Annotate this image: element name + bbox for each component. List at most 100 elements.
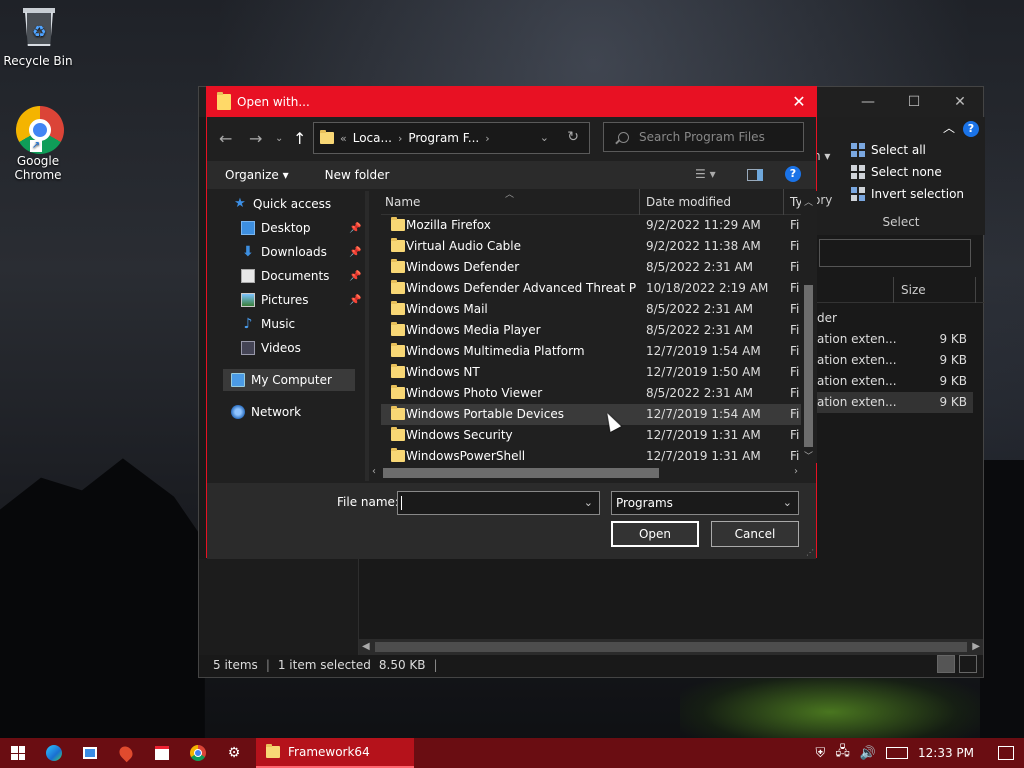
help-icon[interactable]: ?: [785, 166, 801, 182]
table-row[interactable]: Windows NT 12/7/2019 1:50 AM Fi: [381, 362, 801, 383]
table-row[interactable]: Windows Media Player 8/5/2022 2:31 AM Fi: [381, 320, 801, 341]
network-status-icon[interactable]: 🖧: [835, 742, 850, 764]
taskbar-calendar[interactable]: [144, 738, 180, 768]
select-all-button[interactable]: Select all: [817, 139, 985, 161]
preview-pane-icon[interactable]: [747, 169, 763, 181]
taskbar: ⚙ Framework64 ⛨ 🖧 🔊 12:33 PM: [0, 738, 1024, 768]
file-list-horizontal-scrollbar[interactable]: ‹ ›: [369, 465, 801, 481]
ribbon-group-label: Select: [882, 215, 920, 229]
invert-selection-label: Invert selection: [871, 187, 965, 201]
date-modified-column-header[interactable]: Date modified: [646, 195, 731, 209]
pin-icon[interactable]: 📌: [349, 295, 361, 306]
back-arrow-icon[interactable]: ←: [219, 129, 232, 148]
address-bar[interactable]: « Loca... › Program F... › ⌄ ↻: [313, 122, 590, 154]
nav-item-music[interactable]: ♪ Music: [241, 313, 296, 335]
scroll-up-icon[interactable]: ︿: [804, 195, 813, 208]
security-shield-icon[interactable]: ⛨: [816, 746, 826, 761]
refresh-icon[interactable]: ↻: [567, 129, 579, 145]
forward-arrow-icon[interactable]: →: [249, 129, 262, 148]
table-row[interactable]: Mozilla Firefox 9/2/2022 11:29 AM Fi: [381, 215, 801, 236]
ribbon-collapse-icon[interactable]: ︿: [943, 119, 955, 136]
scroll-right-icon[interactable]: ›: [794, 466, 798, 477]
table-row[interactable]: Windows Multimedia Platform 12/7/2019 1:5…: [381, 341, 801, 362]
chevron-right-icon[interactable]: ›: [485, 132, 489, 145]
explorer-search-input[interactable]: [819, 239, 971, 267]
desktop-icon-recycle-bin[interactable]: ♻ Recycle Bin: [0, 6, 76, 68]
taskbar-settings[interactable]: ⚙: [216, 738, 252, 768]
chevron-right-icon[interactable]: ›: [398, 132, 402, 145]
recent-locations-chevron-icon[interactable]: ⌄: [275, 133, 283, 144]
file-name-input[interactable]: ⌄: [397, 491, 600, 515]
address-overflow-chevron[interactable]: «: [340, 132, 347, 145]
nav-item-desktop[interactable]: Desktop: [241, 217, 311, 239]
desktop-tent-glow: [680, 670, 980, 740]
size-column-header[interactable]: Size: [901, 283, 926, 297]
pin-icon[interactable]: 📌: [349, 271, 361, 282]
nav-item-quick-access[interactable]: ★ Quick access: [233, 193, 331, 215]
table-row[interactable]: Windows Defender 8/5/2022 2:31 AM Fi: [381, 257, 801, 278]
scrollbar-thumb[interactable]: [804, 285, 813, 447]
clock[interactable]: 12:33 PM: [918, 746, 974, 760]
up-arrow-icon[interactable]: ↑: [293, 129, 306, 148]
close-icon[interactable]: ✕: [782, 87, 816, 117]
name-column-header[interactable]: Name: [385, 195, 420, 209]
taskbar-chrome[interactable]: [180, 738, 216, 768]
nav-item-documents[interactable]: Documents: [241, 265, 329, 287]
table-row[interactable]: Windows Photo Viewer 8/5/2022 2:31 AM Fi: [381, 383, 801, 404]
large-icons-view-icon[interactable]: [959, 655, 977, 673]
start-button[interactable]: [0, 738, 36, 768]
cancel-button[interactable]: Cancel: [711, 521, 799, 547]
nav-item-videos[interactable]: Videos: [241, 337, 301, 359]
invert-selection-button[interactable]: Invert selection: [817, 183, 985, 205]
table-row[interactable]: Windows Defender Advanced Threat Prot...…: [381, 278, 801, 299]
taskbar-edge[interactable]: [36, 738, 72, 768]
taskbar-app-framework64[interactable]: Framework64: [256, 738, 414, 768]
notification-center-icon[interactable]: [998, 746, 1014, 760]
nav-item-downloads[interactable]: ⬇ Downloads: [241, 241, 327, 263]
change-view-icon[interactable]: ☰ ▾: [695, 167, 716, 181]
breadcrumb-local-disk[interactable]: Loca...: [353, 131, 392, 145]
close-icon[interactable]: ✕: [937, 87, 983, 117]
table-row[interactable]: Virtual Audio Cable 9/2/2022 11:38 AM Fi: [381, 236, 801, 257]
file-list-vertical-scrollbar[interactable]: ︿ ﹀: [801, 191, 817, 463]
resize-grip-icon[interactable]: ⋰: [806, 548, 814, 557]
scrollbar-thumb[interactable]: [375, 642, 967, 652]
minimize-icon[interactable]: —: [845, 87, 891, 117]
table-row-hovered[interactable]: Windows Portable Devices 12/7/2019 1:54 A…: [381, 404, 801, 425]
open-button[interactable]: Open: [611, 521, 699, 547]
table-row[interactable]: WindowsPowerShell 12/7/2019 1:31 AM Fi: [381, 446, 801, 467]
table-row[interactable]: Windows Security 12/7/2019 1:31 AM Fi: [381, 425, 801, 446]
volume-icon[interactable]: 🔊: [860, 746, 876, 761]
list-item[interactable]: ation exten... 9 KB: [817, 350, 973, 371]
pin-icon[interactable]: 📌: [349, 223, 361, 234]
list-item[interactable]: ation exten... 9 KB: [817, 371, 973, 392]
scroll-down-icon[interactable]: ﹀: [804, 449, 813, 462]
new-folder-button[interactable]: New folder: [307, 168, 408, 182]
nav-item-network[interactable]: Network: [231, 401, 301, 423]
keyboard-icon[interactable]: [886, 747, 908, 759]
select-none-button[interactable]: Select none: [817, 161, 985, 183]
calendar-icon: [155, 746, 169, 760]
maximize-icon[interactable]: ☐: [891, 87, 937, 117]
taskbar-store[interactable]: [72, 738, 108, 768]
scroll-left-icon[interactable]: ‹: [372, 466, 376, 477]
organize-button[interactable]: Organize ▾: [207, 168, 307, 182]
search-input[interactable]: Search Program Files: [603, 122, 804, 152]
desktop-icon-google-chrome[interactable]: ↗ Google Chrome: [0, 106, 76, 182]
pin-icon[interactable]: 📌: [349, 247, 361, 258]
list-item-selected[interactable]: ation exten... 9 KB: [817, 392, 973, 413]
list-item[interactable]: ation exten... 9 KB: [817, 329, 973, 350]
scrollbar-thumb[interactable]: [383, 468, 659, 478]
pane-splitter[interactable]: [365, 191, 369, 481]
nav-item-pictures[interactable]: Pictures: [241, 289, 309, 311]
breadcrumb-program-files[interactable]: Program F...: [408, 131, 479, 145]
help-icon[interactable]: ?: [963, 121, 979, 137]
chevron-down-icon[interactable]: ⌄: [584, 496, 593, 509]
chevron-down-icon[interactable]: ⌄: [540, 131, 549, 144]
chevron-down-icon[interactable]: ⌄: [783, 492, 792, 514]
nav-item-my-computer[interactable]: My Computer: [223, 369, 355, 391]
details-view-icon[interactable]: [937, 655, 955, 673]
taskbar-maps[interactable]: [108, 738, 144, 768]
table-row[interactable]: Windows Mail 8/5/2022 2:31 AM Fi: [381, 299, 801, 320]
file-type-select[interactable]: Programs ⌄: [611, 491, 799, 515]
